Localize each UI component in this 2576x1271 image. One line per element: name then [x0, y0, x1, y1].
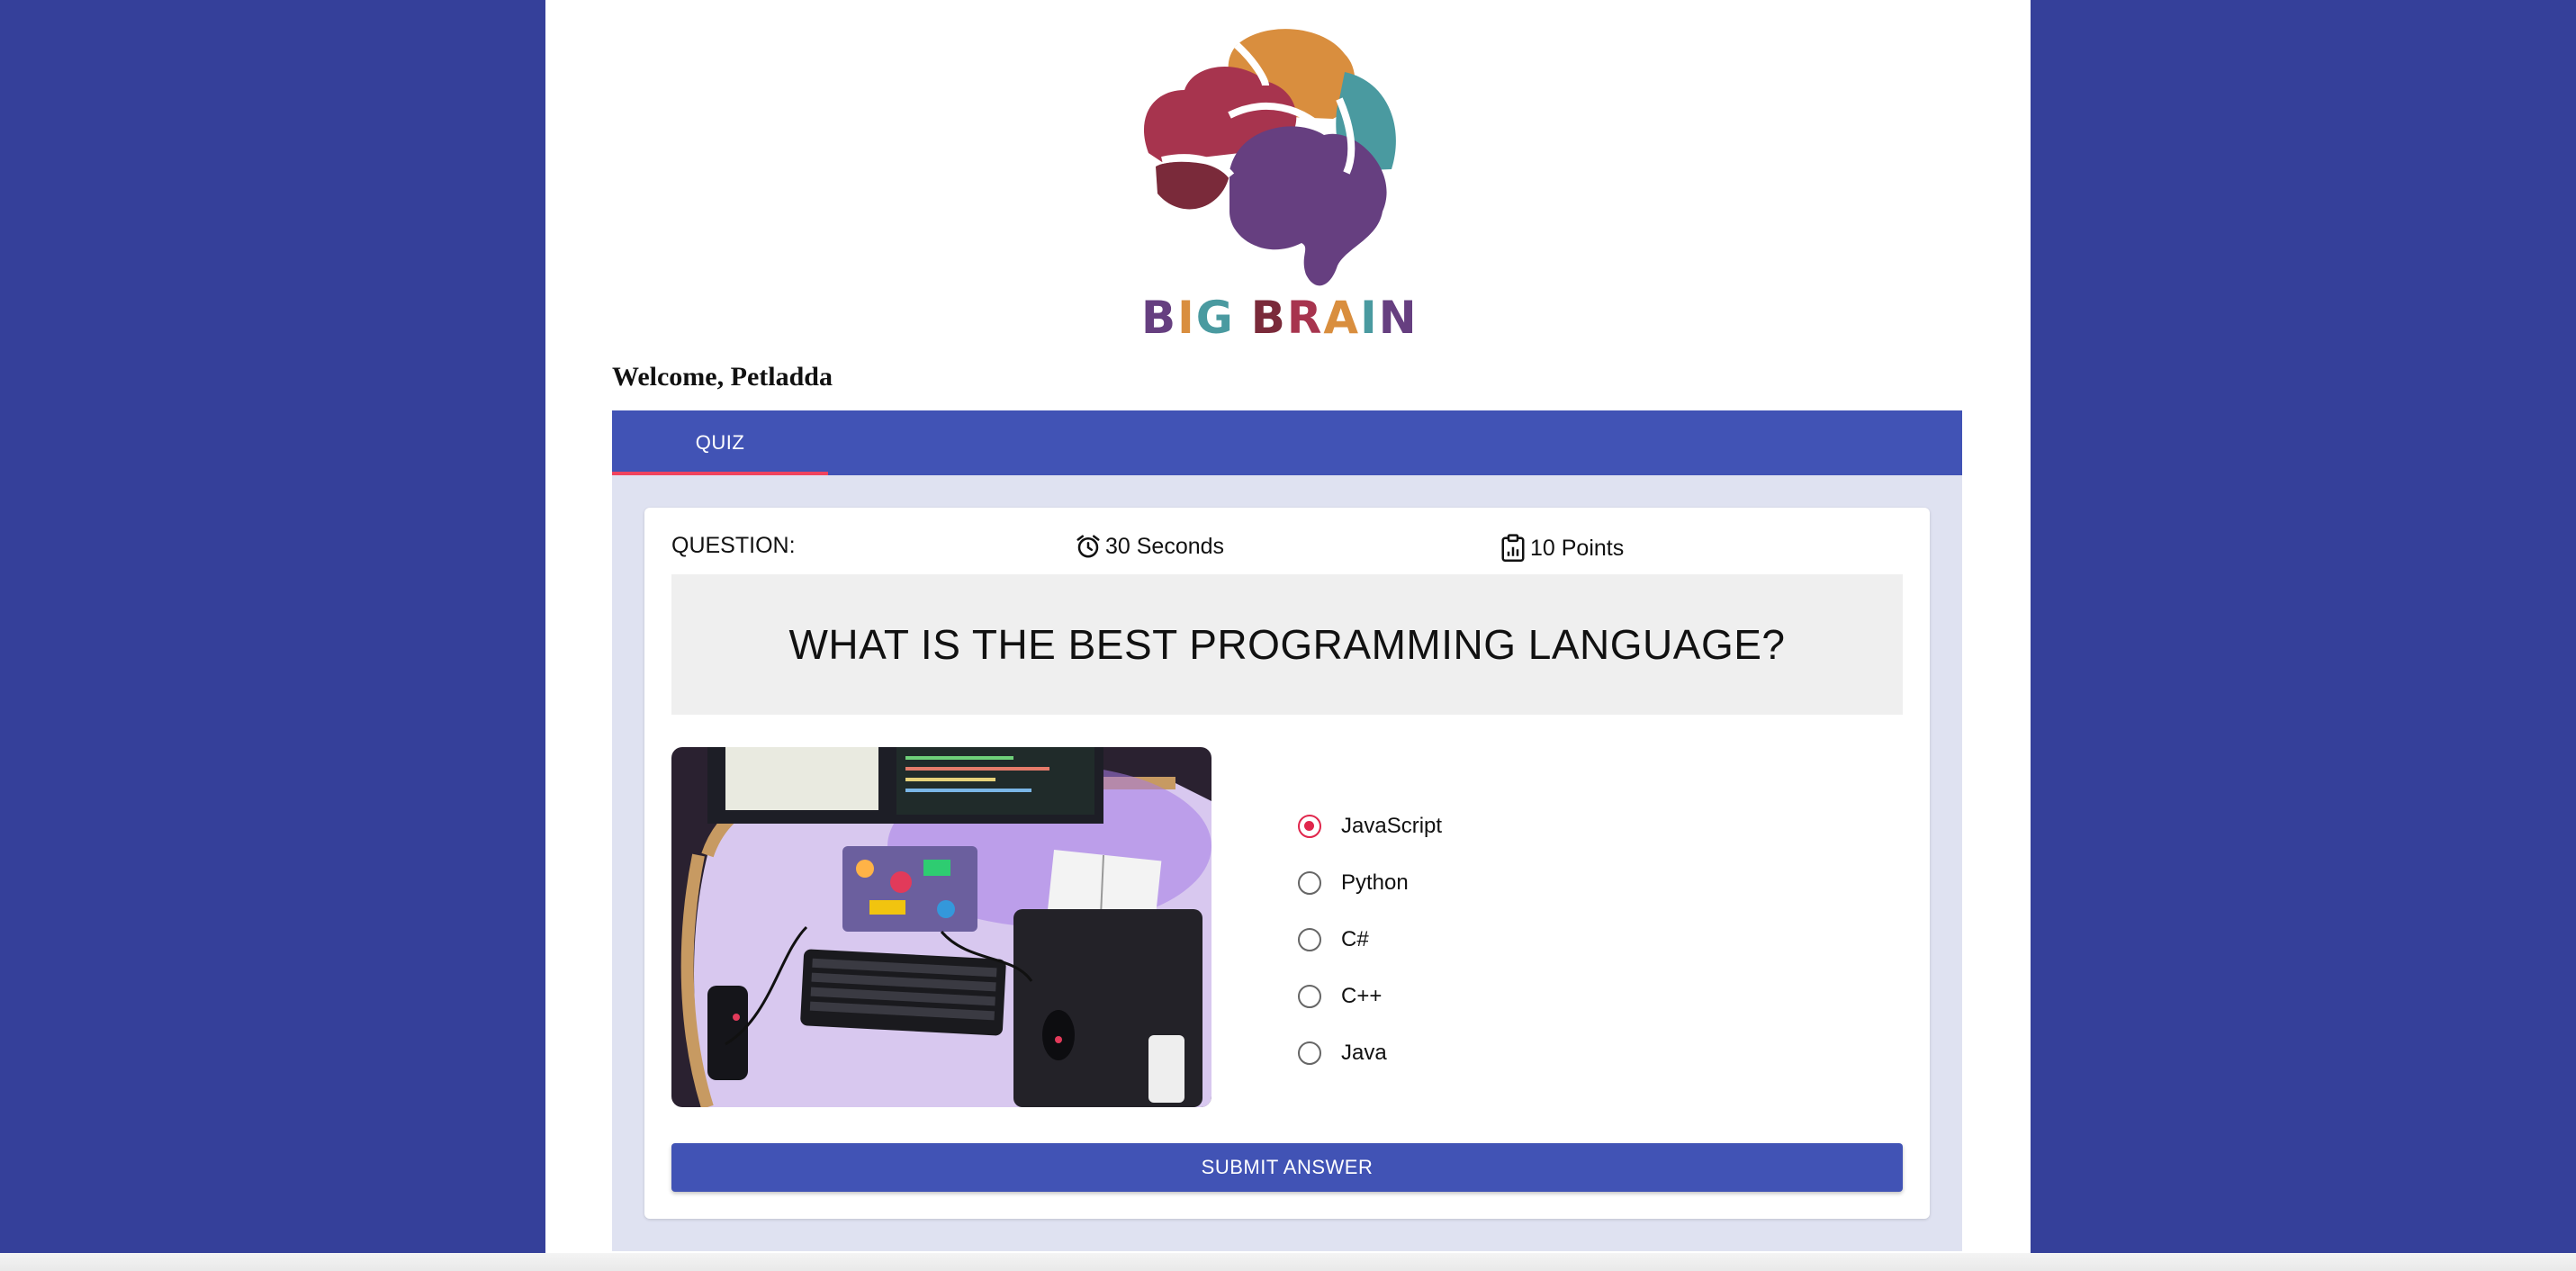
quiz-panel: QUESTION: 30 Seconds 10 Points WHAT IS T…	[612, 475, 1962, 1251]
clipboard-chart-icon	[1501, 534, 1525, 562]
radio-unselected-icon[interactable]	[1298, 1041, 1321, 1065]
radio-selected-icon[interactable]	[1298, 814, 1321, 838]
question-card: QUESTION: 30 Seconds 10 Points WHAT IS T…	[644, 508, 1930, 1219]
tab-quiz[interactable]: QUIZ	[612, 410, 828, 475]
option-java[interactable]: Java	[1298, 1024, 1442, 1081]
radio-unselected-icon[interactable]	[1298, 870, 1321, 895]
option-label: JavaScript	[1341, 813, 1443, 838]
option-python[interactable]: Python	[1298, 854, 1442, 911]
option-label: C++	[1341, 983, 1383, 1008]
option-label: C#	[1341, 926, 1369, 951]
radio-unselected-icon[interactable]	[1298, 927, 1321, 951]
option-label: Python	[1341, 870, 1409, 895]
option-csharp[interactable]: C#	[1298, 911, 1442, 968]
question-text: WHAT IS THE BEST PROGRAMMING LANGUAGE?	[671, 574, 1903, 715]
timer-text: 30 Seconds	[1105, 533, 1225, 559]
option-label: Java	[1341, 1040, 1387, 1065]
big-brain-logo: BIG BRAIN	[1141, 29, 1419, 342]
tab-quiz-label: QUIZ	[695, 431, 745, 454]
main-page: BIG BRAIN Welcome, Petladda QUIZ QUESTION…	[545, 0, 2031, 1271]
points: 10 Points	[1500, 533, 1624, 563]
option-javascript[interactable]: JavaScript	[1298, 798, 1442, 854]
svg-text:BIGBRAIN: BIG BRAIN	[1141, 292, 1419, 342]
question-image	[671, 747, 1211, 1107]
tab-bar: QUIZ	[612, 410, 1962, 475]
question-label: QUESTION:	[671, 533, 796, 558]
answer-options: JavaScript Python C# C++ Java	[1298, 798, 1442, 1081]
bottom-edge	[0, 1253, 2576, 1271]
points-text: 10 Points	[1530, 535, 1625, 561]
alarm-clock-icon	[1076, 535, 1100, 558]
option-cpp[interactable]: C++	[1298, 968, 1442, 1024]
submit-answer-button[interactable]: SUBMIT ANSWER	[671, 1143, 1903, 1192]
radio-unselected-icon[interactable]	[1298, 984, 1321, 1008]
timer: 30 Seconds	[1075, 533, 1224, 560]
welcome-heading: Welcome, Petladda	[612, 362, 833, 392]
